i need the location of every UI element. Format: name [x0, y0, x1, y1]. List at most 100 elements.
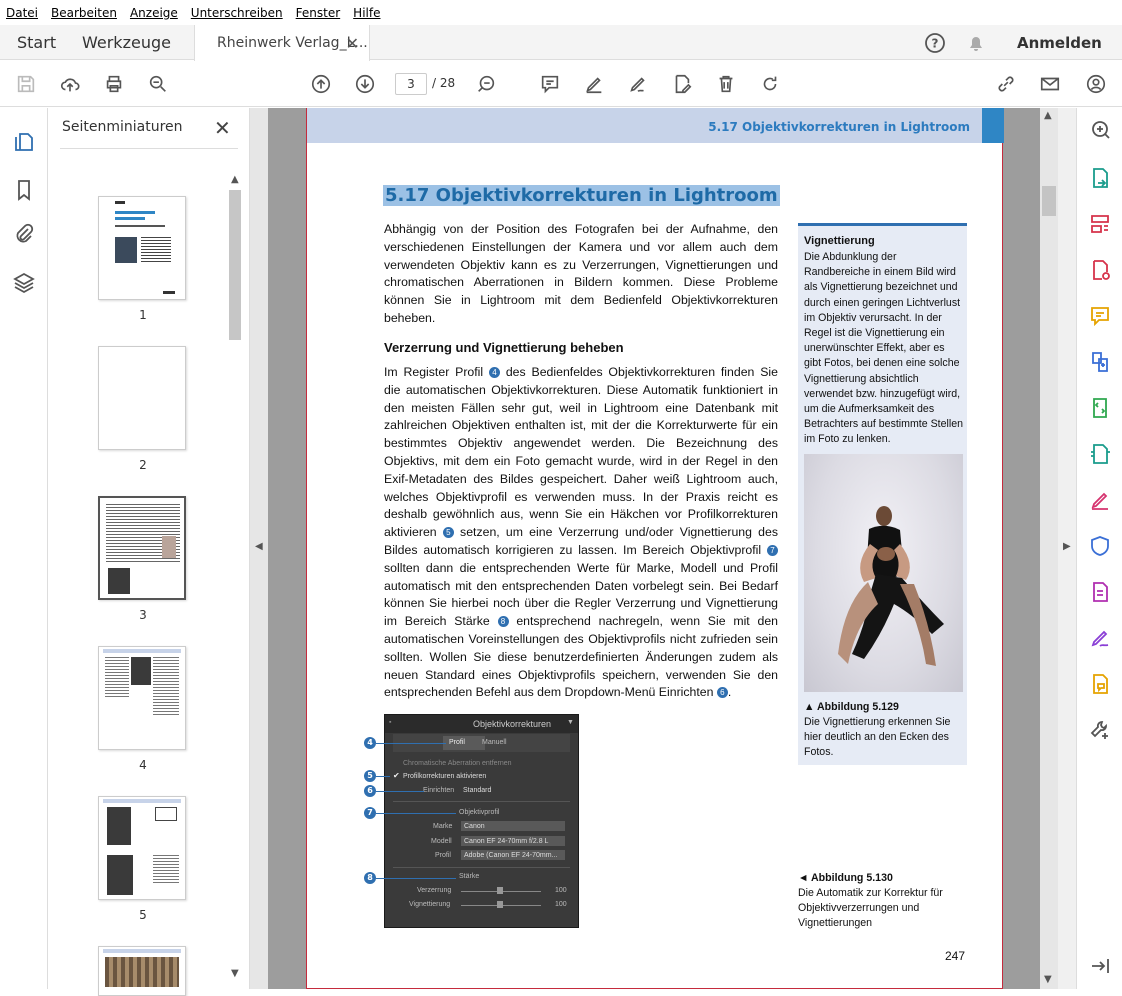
protect-icon[interactable] — [1088, 534, 1112, 558]
zoom-icon[interactable] — [474, 72, 498, 96]
subsection-heading: Verzerrung und Vignettierung beheben — [384, 340, 624, 355]
thumbnail-label: 3 — [139, 608, 147, 622]
compress-pdf-icon[interactable] — [1088, 396, 1112, 420]
page-thumbnails-icon[interactable] — [12, 130, 36, 154]
thumbnail-page-5[interactable] — [98, 796, 186, 900]
document-scrollbar-thumb[interactable] — [1042, 186, 1056, 216]
menu-unterschreiben[interactable]: Unterschreiben — [191, 6, 283, 20]
comment-tool-icon[interactable] — [1088, 304, 1112, 328]
more-tools-icon[interactable] — [1088, 718, 1112, 742]
export-pdf-icon[interactable] — [1088, 166, 1112, 190]
callout-badge: 7 — [767, 544, 778, 556]
thumbnail-page-1[interactable] — [98, 196, 186, 300]
redact-icon[interactable] — [1088, 580, 1112, 604]
tab-bar: Start Werkzeuge Rheinwerk Verlag_L... ✕ … — [0, 25, 1122, 61]
draw-icon[interactable] — [626, 72, 650, 96]
thumbnail-page-3[interactable] — [98, 496, 186, 600]
scrollbar-thumb[interactable] — [229, 190, 241, 340]
page-up-icon[interactable] — [309, 72, 333, 96]
panel-title: Objektivkorrekturen — [473, 719, 552, 729]
edit-text-icon[interactable] — [670, 72, 694, 96]
cloud-upload-icon[interactable] — [58, 72, 82, 96]
thumbnail-page-4[interactable] — [98, 646, 186, 750]
menu-hilfe[interactable]: Hilfe — [353, 6, 380, 20]
callout-line — [376, 776, 390, 777]
delete-icon[interactable] — [714, 72, 738, 96]
dancer-photo — [804, 454, 963, 692]
collapse-tools-icon[interactable] — [1088, 954, 1112, 978]
send-review-icon[interactable] — [1088, 672, 1112, 696]
page-down-icon[interactable] — [353, 72, 377, 96]
close-panel-icon[interactable]: ✕ — [214, 116, 231, 140]
running-header-text: 5.17 Objektivkorrekturen in Lightroom — [708, 120, 970, 134]
fill-sign-icon[interactable] — [1088, 488, 1112, 512]
print-icon[interactable] — [102, 72, 126, 96]
callout-badge: 5 — [442, 527, 454, 539]
create-pdf-icon[interactable] — [1088, 258, 1112, 282]
attachment-icon[interactable] — [12, 222, 36, 246]
highlight-icon[interactable] — [582, 72, 606, 96]
figure-caption-129: ▲ Abbildung 5.129 Die Vignettierung erke… — [804, 700, 964, 760]
main-toolbar: 3 / 28 — [0, 61, 1122, 107]
callout-marker: 5 — [364, 770, 376, 782]
enhance-scan-icon[interactable] — [1088, 442, 1112, 466]
bell-icon[interactable] — [966, 25, 988, 60]
figure-label: ◄ Abbildung 5.130 — [798, 872, 893, 884]
main-paragraph: Im Register Profil 4 des Bedienfeldes Ob… — [384, 365, 779, 700]
callout-line — [376, 791, 424, 792]
header-accent-block — [982, 108, 1004, 143]
right-tools-rail — [1076, 108, 1122, 989]
callout-marker: 4 — [364, 737, 376, 749]
search-icon[interactable] — [146, 72, 170, 96]
callout-badge: 8 — [497, 616, 509, 628]
menu-anzeige[interactable]: Anzeige — [130, 6, 178, 20]
tab-start[interactable]: Start — [17, 25, 56, 60]
panel-title: Seitenminiaturen — [62, 119, 183, 135]
share-link-icon[interactable] — [994, 72, 1018, 96]
mail-icon[interactable] — [1038, 72, 1062, 96]
callout-line — [376, 878, 456, 879]
section-heading: 5.17 Objektivkorrekturen in Lightroom — [383, 185, 780, 206]
panel-menu-icon: ▪ — [389, 719, 392, 726]
thumbnail-page-2[interactable] — [98, 346, 186, 450]
divider — [60, 148, 238, 149]
tab-tools[interactable]: Werkzeuge — [82, 25, 171, 60]
callout-line — [376, 813, 456, 814]
lightroom-panel-image: ▪ Objektivkorrekturen ▼ Profil Manuell C… — [384, 714, 579, 928]
callout-badge: 6 — [716, 687, 728, 699]
callout-marker: 6 — [364, 785, 376, 797]
close-tab-icon[interactable]: ✕ — [346, 34, 359, 53]
layers-icon[interactable] — [12, 270, 36, 294]
running-header: 5.17 Objektivkorrekturen in Lightroom — [307, 108, 982, 143]
document-scrollbar[interactable]: ▲ ▼ — [1040, 108, 1058, 989]
add-user-icon[interactable] — [1084, 72, 1108, 96]
callout-marker: 8 — [364, 872, 376, 884]
menu-bearbeiten[interactable]: Bearbeiten — [51, 6, 117, 20]
save-icon[interactable] — [14, 72, 38, 96]
bookmark-icon[interactable] — [12, 178, 36, 202]
tab-document[interactable]: Rheinwerk Verlag_L... ✕ — [194, 25, 370, 61]
thumbnail-label: 2 — [139, 458, 147, 472]
callout-badge: 4 — [488, 367, 500, 378]
callout-marker: 7 — [364, 807, 376, 819]
organize-pages-icon[interactable] — [1088, 212, 1112, 236]
menu-fenster[interactable]: Fenster — [296, 6, 341, 20]
menu-datei[interactable]: Datei — [6, 6, 38, 20]
collapse-left-panel-handle[interactable]: ◀ — [250, 108, 268, 989]
combine-files-icon[interactable] — [1088, 350, 1112, 374]
page-number-input[interactable]: 3 — [395, 73, 427, 95]
page-total: / 28 — [432, 76, 456, 90]
thumbnail-panel: Seitenminiaturen ✕ 1 2 3 4 5 ▲ ▼ — [48, 108, 250, 996]
comment-icon[interactable] — [538, 72, 562, 96]
help-icon[interactable]: ? — [924, 25, 946, 60]
rotate-icon[interactable] — [758, 72, 782, 96]
panel-collapse-icon: ▼ — [567, 719, 574, 726]
figure-label: ▲ Abbildung 5.129 — [804, 701, 899, 713]
signin-button[interactable]: Anmelden — [1017, 25, 1102, 60]
menu-bar: Datei Bearbeiten Anzeige Unterschreiben … — [0, 0, 1122, 25]
sign-icon[interactable] — [1088, 626, 1112, 650]
check-icon: ✔ — [393, 771, 400, 780]
zoom-search-icon[interactable] — [1088, 118, 1112, 142]
figure-text: Die Automatik zur Korrektur für Objektiv… — [798, 887, 943, 929]
expand-right-panel-handle[interactable]: ▶ — [1058, 108, 1076, 989]
